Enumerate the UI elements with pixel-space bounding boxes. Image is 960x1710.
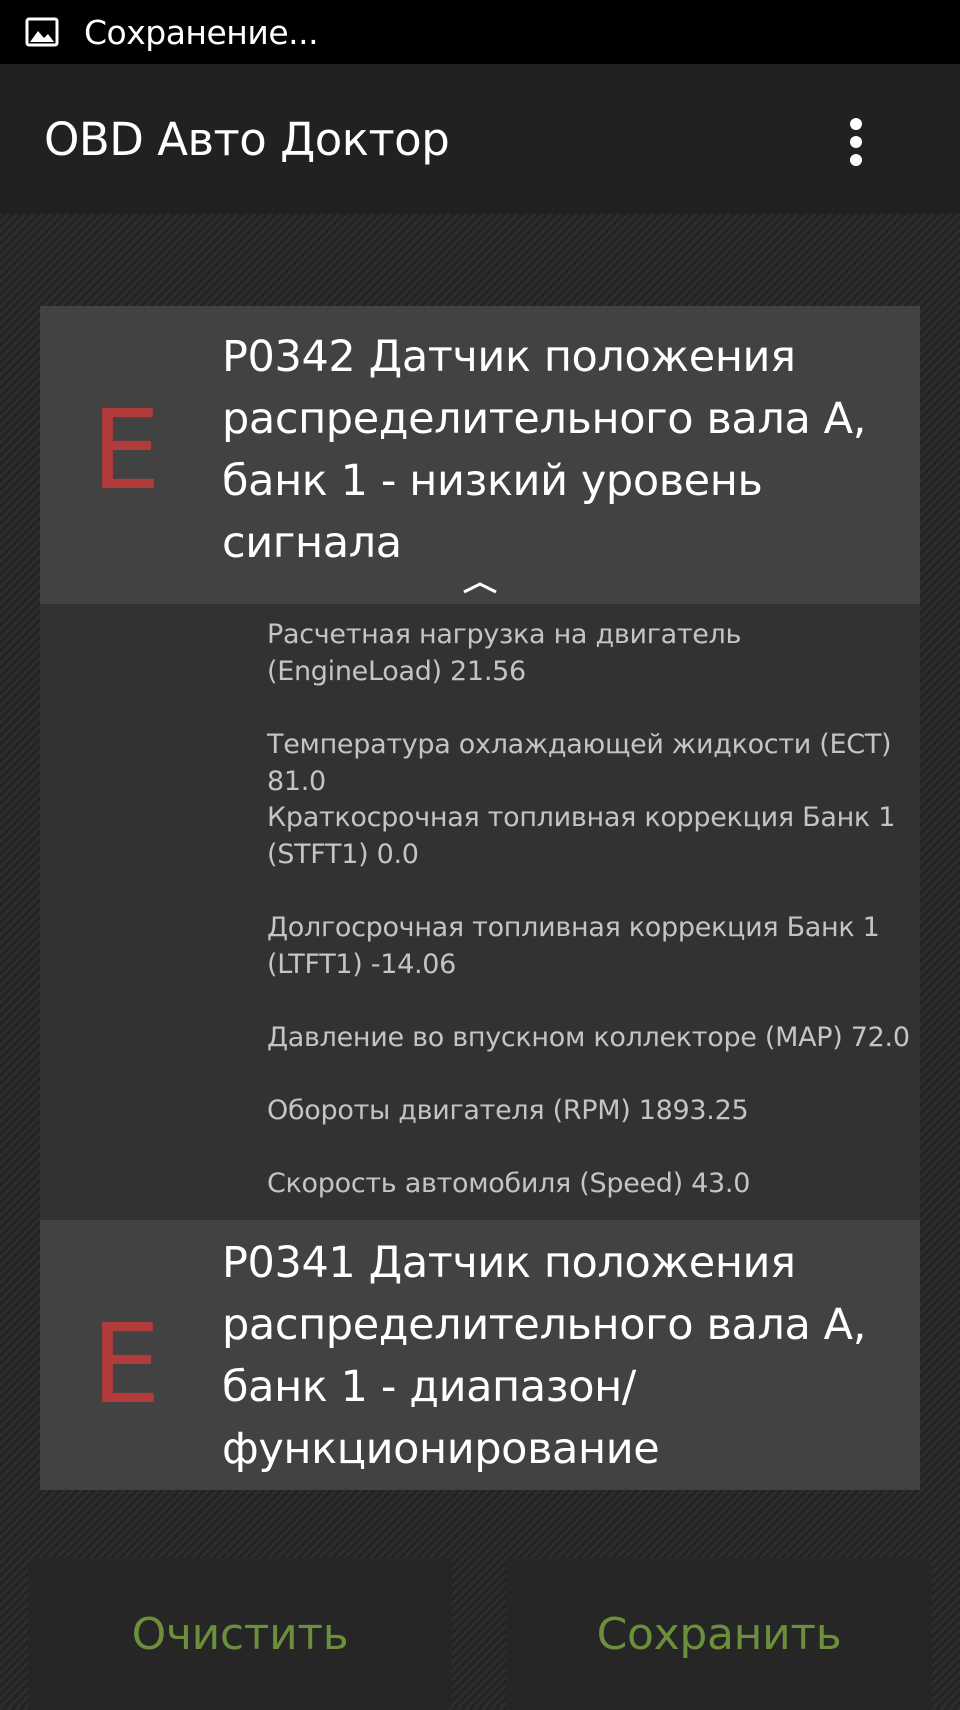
app-bar: OBD Авто Доктор [0,64,960,214]
more-vert-icon[interactable] [846,118,866,166]
freeze-item-speed: Скорость автомобиля (Speed) 43.0 [267,1168,751,1199]
clear-button[interactable]: Очистить [28,1558,452,1710]
freeze-frame-panel: Расчетная нагрузка на двигатель (EngineL… [40,604,920,1220]
dtc-title: P0342 Датчик положения распределительног… [222,332,866,568]
freeze-item-engine-load: Расчетная нагрузка на двигатель (EngineL… [267,619,742,687]
dtc-item-p0342[interactable]: E P0342 Датчик положения распределительн… [40,306,920,604]
dtc-status-letter: E [91,1300,161,1428]
image-icon [24,17,60,47]
chevron-up-icon[interactable] [462,578,498,598]
freeze-item-map: Давление во впускном коллекторе (MAP) 72… [267,1022,910,1053]
status-text: Сохранение... [84,12,319,52]
dtc-title: P0341 Датчик положения распределительног… [222,1238,866,1474]
freeze-item-stft1: Краткосрочная топливная коррекция Банк 1… [267,802,896,870]
freeze-item-ltft1: Долгосрочная топливная коррекция Банк 1 … [267,912,880,980]
dtc-item-p0341[interactable]: E P0341 Датчик положения распределительн… [40,1220,920,1490]
status-bar: Сохранение... [0,0,960,64]
dtc-status-letter: E [91,386,161,514]
freeze-item-rpm: Обороты двигателя (RPM) 1893.25 [267,1095,749,1126]
freeze-item-ect: Температура охлаждающей жидкости (ECT) 8… [267,729,892,797]
app-title: OBD Авто Доктор [44,112,450,166]
save-button[interactable]: Сохранить [506,1558,932,1710]
